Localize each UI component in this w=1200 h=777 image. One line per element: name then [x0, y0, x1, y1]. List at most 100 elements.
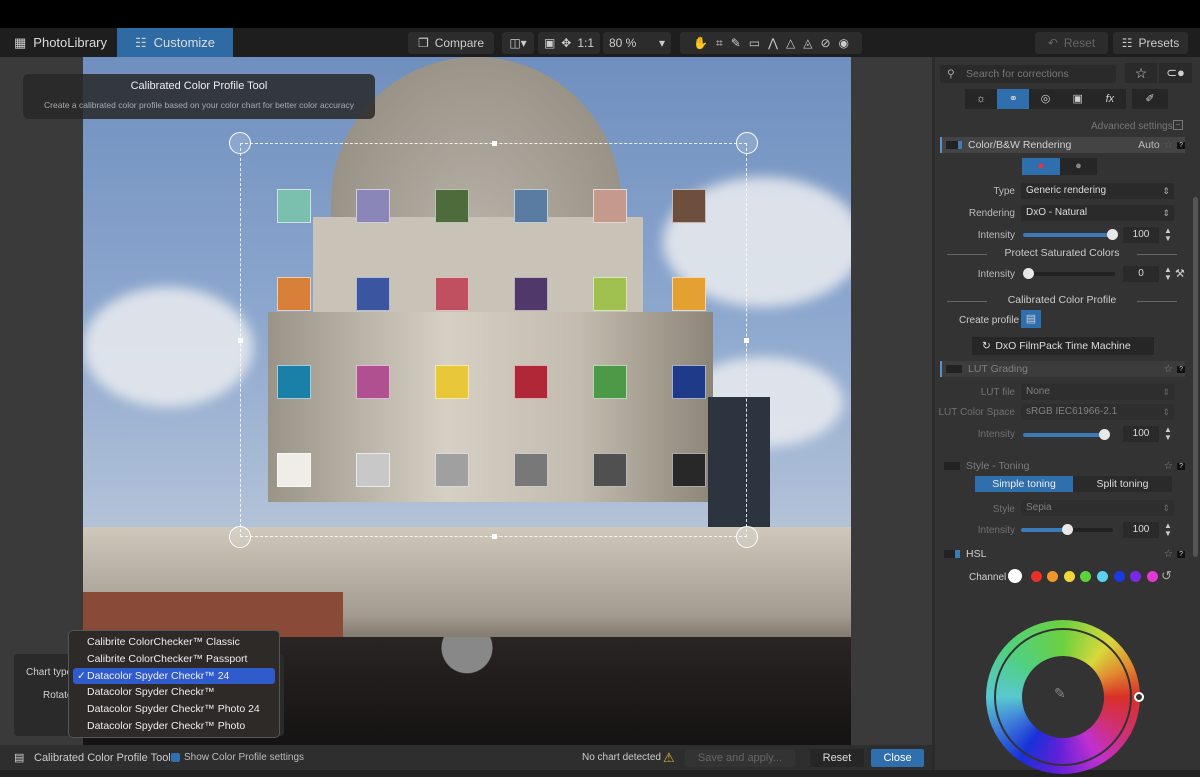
show-settings-checkbox[interactable] — [171, 753, 180, 762]
chart-type-option[interactable]: Datacolor Spyder Checkr™ Photo 24 — [73, 701, 275, 718]
local-adjust-icon[interactable]: △ — [786, 36, 795, 50]
presets-button[interactable]: ☷ Presets — [1113, 32, 1188, 54]
channel-swatch[interactable] — [1008, 569, 1022, 583]
corner-handle[interactable] — [229, 132, 251, 154]
star-icon[interactable]: ☆ — [1164, 460, 1173, 472]
lut-intensity-slider[interactable] — [1023, 429, 1110, 440]
perspective-icon[interactable]: ⋀ — [768, 36, 778, 50]
effects-tab[interactable]: fx — [1094, 89, 1126, 109]
section-toggle[interactable] — [946, 365, 962, 373]
filmpack-button[interactable]: ↻ DxO FilmPack Time Machine — [972, 337, 1154, 355]
style-select[interactable]: Sepia — [1021, 500, 1174, 516]
zoom-select[interactable]: 80 % ▾ — [603, 32, 671, 54]
local-adjust-tab[interactable]: ✐ — [1132, 89, 1168, 109]
lut-header[interactable]: LUT Grading ☆? — [940, 361, 1185, 377]
hue-wheel[interactable]: ✎ — [986, 620, 1144, 774]
edge-handle[interactable] — [238, 338, 243, 343]
reset-channel-icon[interactable]: ↺ — [1161, 568, 1172, 584]
close-button[interactable]: Close — [871, 749, 924, 767]
lut-file-select[interactable]: None — [1021, 384, 1174, 400]
help-icon[interactable]: ? — [1177, 462, 1185, 470]
help-icon[interactable]: ? — [1177, 141, 1185, 149]
color-mode-button[interactable]: ● — [1022, 158, 1060, 175]
channel-swatch[interactable] — [1080, 571, 1092, 582]
chart-type-dropdown[interactable]: Calibrite ColorChecker™ Classic Calibrite… — [68, 630, 280, 738]
help-icon[interactable]: ? — [1177, 365, 1185, 373]
toning-intensity-slider[interactable] — [1021, 524, 1113, 535]
stepper[interactable]: ▲ ▼ — [1163, 522, 1173, 538]
lut-intensity-value[interactable]: 100 — [1123, 426, 1159, 442]
favorites-star-button[interactable]: ☆ — [1125, 63, 1157, 83]
intensity-value[interactable]: 100 — [1123, 227, 1159, 243]
chart-type-option[interactable]: Calibrite ColorChecker™ Passport Photo 2 — [73, 651, 275, 682]
stepper[interactable]: ▲ ▼ — [1163, 227, 1173, 243]
split-toning-button[interactable]: Split toning — [1073, 476, 1172, 492]
geometry-tab[interactable]: ▣ — [1062, 89, 1094, 109]
chart-type-option[interactable]: ✓ Datacolor Spyder Checkr™ 24 — [73, 667, 275, 685]
repair-icon[interactable]: ⊘ — [820, 36, 830, 50]
split-view-button[interactable]: ◫▾ — [502, 32, 534, 54]
protect-intensity-value[interactable]: 0 — [1123, 266, 1159, 282]
fit-controls[interactable]: ▣ ✥ 1:1 — [538, 32, 600, 54]
toning-header[interactable]: Style - Toning ☆? — [940, 458, 1185, 474]
eye-icon[interactable]: ◉ — [839, 36, 849, 50]
toning-intensity-value[interactable]: 100 — [1123, 522, 1159, 538]
section-toggle[interactable] — [944, 550, 960, 558]
channel-swatch[interactable] — [1146, 571, 1158, 582]
star-icon[interactable]: ☆ — [1164, 548, 1173, 560]
compare-button[interactable]: ❐ Compare — [408, 32, 494, 54]
toggle-button[interactable]: ⊂● — [1159, 63, 1192, 83]
reset-button[interactable]: ↶ Reset — [1035, 32, 1108, 54]
eyedropper-icon[interactable]: ✎ — [731, 36, 741, 50]
one-to-one-button[interactable]: 1:1 — [577, 36, 594, 50]
magic-wand-icon[interactable]: ⚒ — [1175, 267, 1185, 280]
channel-swatch[interactable] — [1030, 571, 1042, 582]
color-tab[interactable]: ⚭ — [997, 89, 1030, 109]
move-icon[interactable]: ✥ — [561, 36, 571, 50]
tab-photolibrary[interactable]: ▦ PhotoLibrary — [0, 28, 121, 57]
section-toggle[interactable] — [944, 462, 960, 470]
channel-swatch[interactable] — [1113, 571, 1125, 582]
help-icon[interactable]: ? — [1177, 550, 1185, 558]
channel-swatch[interactable] — [1097, 571, 1108, 582]
protect-intensity-slider[interactable] — [1023, 268, 1115, 279]
advanced-settings-link[interactable]: Advanced settings — [1091, 121, 1173, 132]
lut-space-select[interactable]: sRGB IEC61966-2.1 — [1021, 404, 1174, 420]
corner-handle[interactable] — [229, 526, 251, 548]
star-icon[interactable]: ☆ — [1164, 363, 1173, 375]
horizon-icon[interactable]: ▭ — [749, 36, 760, 50]
stepper[interactable]: ▲ ▼ — [1163, 266, 1173, 282]
stepper[interactable]: ▲ ▼ — [1163, 426, 1173, 442]
create-profile-button[interactable]: ▤ — [1021, 310, 1041, 328]
chart-type-option[interactable]: Calibrite ColorChecker™ Classic — [73, 634, 275, 651]
save-apply-button[interactable]: Save and apply... — [685, 749, 795, 767]
chart-type-option[interactable]: Datacolor Spyder Checkr™ Photo — [73, 718, 275, 735]
hue-handle[interactable] — [1134, 692, 1144, 702]
color-bw-header[interactable]: Color/B&W Rendering Auto ☆? — [940, 137, 1185, 153]
edge-handle[interactable] — [744, 338, 749, 343]
mask-icon[interactable]: ◬ — [803, 36, 812, 50]
chart-type-option[interactable]: Datacolor Spyder Checkr™ — [73, 684, 275, 701]
section-toggle[interactable] — [946, 141, 962, 149]
type-select[interactable]: Generic rendering — [1021, 183, 1174, 199]
fit-icon[interactable]: ▣ — [544, 36, 555, 50]
star-icon[interactable]: ☆ — [1164, 139, 1173, 151]
search-input[interactable]: ⚲ Search for corrections — [940, 65, 1116, 83]
chart-frame[interactable] — [229, 132, 758, 548]
channel-swatch[interactable] — [1047, 571, 1059, 582]
edge-handle[interactable] — [492, 141, 497, 146]
crop-icon[interactable]: ⌗ — [716, 36, 723, 51]
channel-swatch[interactable] — [1063, 571, 1075, 582]
scrollbar[interactable] — [1193, 197, 1198, 557]
edge-handle[interactable] — [492, 534, 497, 539]
corner-handle[interactable] — [736, 132, 758, 154]
eyedropper-icon[interactable]: ✎ — [1054, 685, 1066, 702]
corner-handle[interactable] — [736, 526, 758, 548]
rendering-select[interactable]: DxO - Natural — [1021, 205, 1174, 221]
tab-customize[interactable]: ☷ Customize — [117, 28, 233, 57]
bw-mode-button[interactable]: ● — [1060, 158, 1097, 175]
simple-toning-button[interactable]: Simple toning — [975, 476, 1073, 492]
hand-icon[interactable]: ✋ — [693, 36, 708, 50]
intensity-slider[interactable] — [1023, 229, 1118, 240]
reset-tool-button[interactable]: Reset — [810, 749, 864, 767]
